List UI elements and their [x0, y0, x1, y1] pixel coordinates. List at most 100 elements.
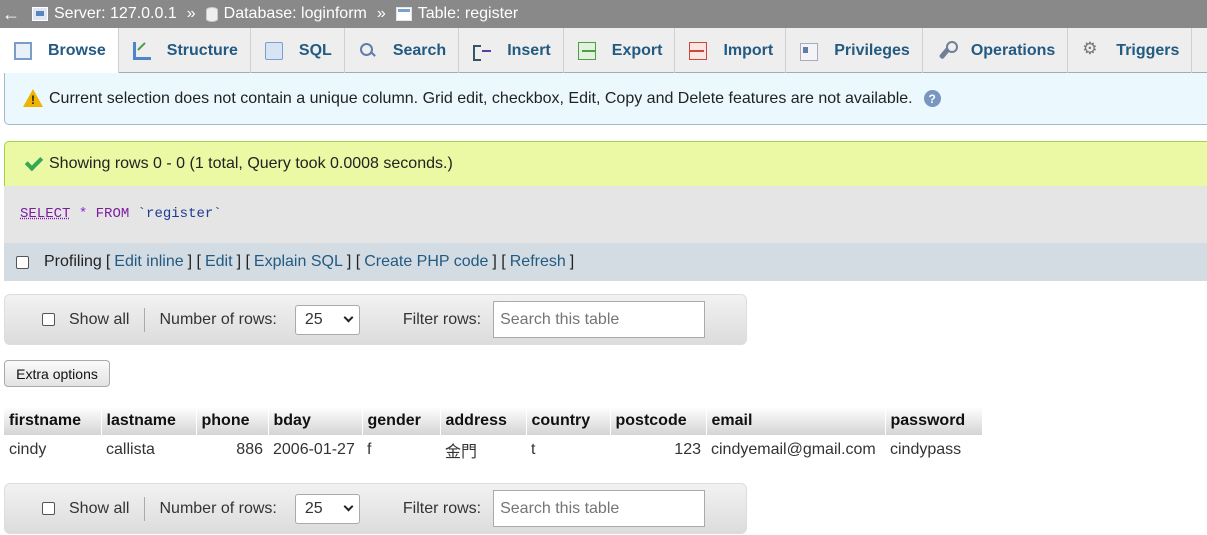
table-cell: 123: [674, 440, 701, 458]
results-table: firstname lastname phone bday gender add…: [4, 407, 983, 464]
tab-sql[interactable]: SQL: [251, 28, 345, 73]
tab-insert[interactable]: Insert: [459, 28, 564, 73]
success-text: Showing rows 0 - 0 (1 total, Query took …: [49, 155, 453, 172]
table-cell: 金門: [445, 443, 478, 461]
warning-icon: !: [23, 88, 43, 107]
column-header[interactable]: lastname: [101, 407, 197, 435]
divider: [144, 496, 146, 521]
breadcrumb-separator: »: [376, 5, 386, 22]
show-all-label[interactable]: Show all: [69, 311, 129, 329]
table-cell: f: [367, 440, 372, 458]
sql-query-display: SELECT * FROM `register`: [4, 186, 1207, 243]
tab-operations[interactable]: Operations: [923, 28, 1069, 73]
table-cell: callista: [106, 440, 155, 458]
tab-privileges[interactable]: Privileges: [786, 28, 923, 73]
column-header[interactable]: address: [440, 407, 527, 435]
show-all-label[interactable]: Show all: [69, 500, 129, 518]
column-header[interactable]: email: [706, 407, 886, 435]
show-all-checkbox[interactable]: [42, 502, 55, 515]
tab-label: Structure: [166, 41, 238, 59]
rows-select-value: 25: [304, 499, 323, 517]
breadcrumb-table[interactable]: Table: register: [395, 5, 519, 23]
tab-browse[interactable]: Browse: [0, 28, 119, 74]
breadcrumb-separator: »: [186, 5, 196, 22]
rows-label: Number of rows:: [159, 310, 277, 328]
sql-table-name: `register`: [137, 206, 222, 222]
edit-link[interactable]: Edit: [205, 253, 233, 271]
rows-select-value: 25: [304, 310, 323, 328]
column-header[interactable]: postcode: [610, 407, 707, 435]
table-cell: 2006-01-27: [273, 440, 355, 458]
database-icon: [205, 6, 218, 22]
breadcrumb-database-label[interactable]: Database: loginform: [224, 5, 367, 23]
profiling-label: Profiling: [44, 253, 102, 270]
breadcrumb-server-label[interactable]: Server: 127.0.0.1: [54, 5, 177, 23]
tab-import[interactable]: Import: [675, 28, 787, 73]
profiling-checkbox[interactable]: [16, 255, 29, 269]
rows-select[interactable]: 25: [294, 493, 360, 524]
column-header[interactable]: firstname: [4, 407, 102, 435]
insert-icon: [473, 42, 492, 61]
breadcrumb-server[interactable]: Server: 127.0.0.1: [32, 5, 177, 23]
tab-label: Operations: [970, 41, 1056, 59]
table-header-row: firstname lastname phone bday gender add…: [4, 407, 983, 435]
export-icon: [577, 41, 596, 60]
tab-label: Import: [723, 41, 774, 59]
sql-keyword-select[interactable]: SELECT: [20, 206, 70, 222]
tab-export[interactable]: Export: [564, 28, 676, 73]
extra-options-button[interactable]: Extra options: [4, 360, 110, 387]
notice-text: Current selection does not contain a uni…: [49, 89, 913, 107]
breadcrumb: ← Server: 127.0.0.1 » Database: loginfor…: [0, 0, 1207, 28]
filter-label: Filter rows:: [402, 499, 482, 517]
sql-star: *: [78, 206, 88, 222]
tab-label: Triggers: [1116, 41, 1180, 59]
column-header[interactable]: password: [885, 407, 983, 435]
tab-label: Privileges: [834, 41, 910, 59]
sql-icon: [264, 41, 283, 60]
edit-inline-link[interactable]: Edit inline: [114, 253, 183, 271]
checkmark-icon: [24, 152, 44, 171]
tab-label: Search: [392, 41, 447, 59]
column-header[interactable]: bday: [268, 407, 363, 435]
structure-icon: [132, 41, 151, 60]
triggers-icon: [1082, 39, 1100, 60]
search-icon: [359, 42, 377, 60]
breadcrumb-database[interactable]: Database: loginform: [205, 5, 367, 23]
filter-rows-input[interactable]: Search this table: [493, 490, 706, 527]
tab-label: Browse: [48, 41, 106, 59]
tab-structure[interactable]: Structure: [119, 28, 251, 73]
help-icon[interactable]: ?: [923, 90, 941, 107]
column-header[interactable]: phone: [196, 407, 269, 435]
tab-search[interactable]: Search: [345, 28, 460, 73]
operations-icon: [937, 40, 958, 60]
back-arrow-icon[interactable]: ←: [0, 4, 22, 25]
privileges-icon: [800, 42, 819, 61]
rows-label: Number of rows:: [159, 499, 277, 517]
browse-icon: [14, 41, 32, 60]
explain-sql-link[interactable]: Explain SQL: [254, 253, 343, 271]
table-row: cindy callista 886 2006-01-27 f 金門 t 123…: [4, 435, 982, 464]
column-header[interactable]: gender: [362, 407, 441, 435]
chevron-down-icon: [343, 312, 354, 322]
server-icon: [32, 7, 48, 21]
rows-select[interactable]: 25: [294, 304, 360, 335]
tab-bar: Browse Structure SQL Search Insert Expor…: [0, 28, 1207, 74]
table-cell: cindy: [9, 440, 47, 458]
tab-label: Export: [611, 41, 663, 59]
navigation-bar-bottom: Show all Number of rows: 25 Filter rows:…: [4, 483, 747, 534]
breadcrumb-table-label[interactable]: Table: register: [418, 5, 519, 23]
navigation-bar-top: Show all Number of rows: 25 Filter rows:…: [4, 294, 747, 345]
refresh-link[interactable]: Refresh: [510, 253, 566, 271]
table-cell: 886: [236, 440, 263, 458]
filter-rows-input[interactable]: Search this table: [493, 301, 706, 338]
success-message: Showing rows 0 - 0 (1 total, Query took …: [4, 141, 1207, 186]
profiling-bar: Profiling [Edit inline] [Edit] [Explain …: [4, 243, 1207, 281]
tab-triggers[interactable]: Triggers: [1068, 28, 1193, 73]
table-cell: cindyemail@gmail.com: [711, 440, 876, 458]
divider: [144, 307, 146, 332]
tab-label: SQL: [298, 41, 332, 59]
show-all-checkbox[interactable]: [42, 313, 55, 326]
create-php-code-link[interactable]: Create PHP code: [364, 253, 488, 271]
column-header[interactable]: country: [526, 407, 611, 435]
sql-keyword-from: FROM: [95, 206, 130, 222]
